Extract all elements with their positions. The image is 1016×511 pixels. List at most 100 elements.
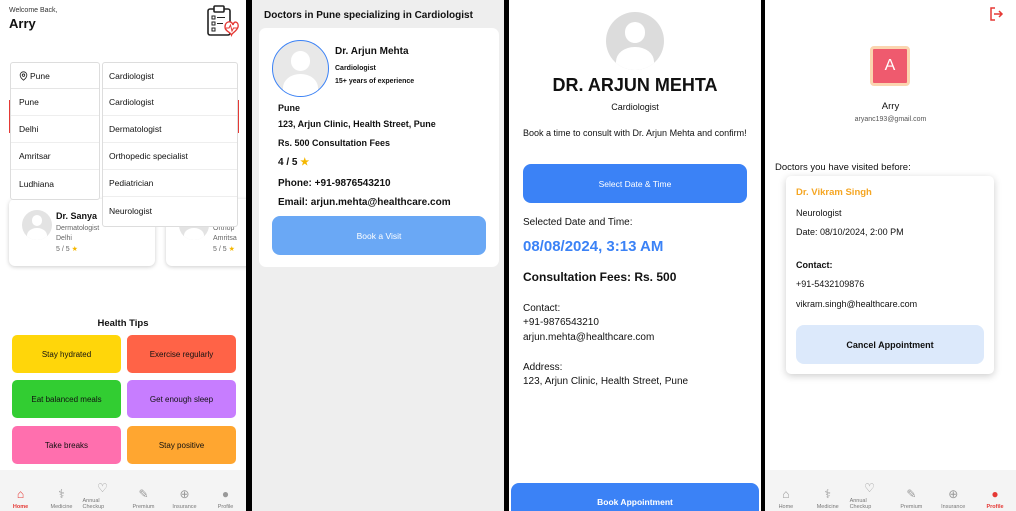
nav-insurance[interactable]: ⊕ Insurance xyxy=(933,486,973,511)
consultation-fees: Consultation Fees: Rs. 500 xyxy=(523,270,677,284)
city-option[interactable]: Ludhiana xyxy=(11,170,99,197)
doctor-avatar xyxy=(272,40,329,97)
nav-insurance[interactable]: ⊕ Insurance xyxy=(165,486,205,511)
search-results-screen: Doctors in Pune specializing in Cardiolo… xyxy=(252,0,504,511)
profile-email: aryanc193@gmail.com xyxy=(854,116,927,123)
doctor-specialty: Dermatologist xyxy=(56,225,100,232)
profile-icon: ● xyxy=(221,486,230,501)
doctor-fees: Rs. 500 Consultation Fees xyxy=(278,138,391,148)
nav-profile[interactable]: ● Profile xyxy=(206,486,246,511)
home-icon: ⌂ xyxy=(782,486,790,501)
visit-specialty: Neurologist xyxy=(796,208,842,218)
city-option[interactable]: Pune xyxy=(11,89,99,116)
booking-intro: Book a time to consult with Dr. Arjun Me… xyxy=(523,128,747,138)
contact-email: arjun.mehta@healthcare.com xyxy=(523,332,655,343)
insurance-icon: ⊕ xyxy=(948,486,959,501)
nav-home[interactable]: ⌂ Home xyxy=(1,486,41,511)
specialty-option[interactable]: Cardiologist xyxy=(103,89,237,116)
doctor-detail-screen: DR. ARJUN MEHTA Cardiologist Book a time… xyxy=(509,0,761,511)
visit-date: Date: 08/10/2024, 2:00 PM xyxy=(796,227,904,237)
doctor-name: Dr. Arjun Mehta xyxy=(335,46,409,57)
profile-avatar: A xyxy=(870,46,910,86)
visit-doctor-name: Dr. Vikram Singh xyxy=(796,187,872,198)
clipboard-icon[interactable] xyxy=(205,5,239,37)
heart-rate-icon: ♡ xyxy=(97,480,108,495)
visit-email: vikram.singh@healthcare.com xyxy=(796,299,918,309)
book-visit-button[interactable]: Book a Visit xyxy=(272,216,486,255)
doctor-name: Dr. Sanya xyxy=(56,211,98,221)
city-select[interactable]: Pune xyxy=(11,63,99,89)
doctor-result-card[interactable]: Dr. Arjun Mehta Cardiologist 15+ years o… xyxy=(259,28,499,267)
city-dropdown[interactable]: Pune Pune Delhi Amritsar Ludhiana xyxy=(10,62,100,200)
username: Arry xyxy=(9,16,36,31)
city-selected: Pune xyxy=(30,70,50,81)
nav-medicine[interactable]: ⚕ Medicine xyxy=(808,486,848,511)
visit-contact-label: Contact: xyxy=(796,260,833,270)
star-icon: ★ xyxy=(228,246,235,253)
contact-label: Contact: xyxy=(523,303,561,314)
specialty-option[interactable]: Dermatologist xyxy=(103,116,237,143)
specialty-option[interactable]: Neurologist xyxy=(103,197,237,224)
specialty-option[interactable]: Pediatrician xyxy=(103,170,237,197)
bottom-nav: ⌂ Home ⚕ Medicine ♡ Annual Checkup ✎ Premium… xyxy=(0,470,246,511)
tip-card[interactable]: Eat balanced meals xyxy=(12,380,121,418)
doctor-address: 123, Arjun Clinic, Health Street, Pune xyxy=(278,119,436,129)
contact-phone: +91-9876543210 xyxy=(523,317,599,328)
nav-premium[interactable]: ✎ Premium xyxy=(891,486,931,511)
visit-card: Dr. Vikram Singh Neurologist Date: 08/10… xyxy=(786,176,994,374)
premium-icon: ✎ xyxy=(138,486,149,501)
location-pin-icon xyxy=(19,70,28,81)
bottom-nav: ⌂ Home ⚕ Medicine ♡ Annual Checkup ✎ Premium… xyxy=(765,470,1016,511)
doctor-phone: Phone: +91-9876543210 xyxy=(278,178,391,189)
tip-card[interactable]: Exercise regularly xyxy=(127,335,236,373)
insurance-icon: ⊕ xyxy=(179,486,190,501)
results-title: Doctors in Pune specializing in Cardiolo… xyxy=(264,10,473,21)
select-date-time-button[interactable]: Select Date & Time xyxy=(523,164,747,203)
tip-card[interactable]: Stay hydrated xyxy=(12,335,121,373)
specialty-option[interactable]: Orthopedic specialist xyxy=(103,143,237,170)
tip-card[interactable]: Stay positive xyxy=(127,426,236,464)
tip-card[interactable]: Get enough sleep xyxy=(127,380,236,418)
doctor-rating: 4 / 5 ★ xyxy=(278,157,310,168)
medicine-icon: ⚕ xyxy=(824,486,831,501)
nav-premium[interactable]: ✎ Premium xyxy=(124,486,164,511)
premium-icon: ✎ xyxy=(906,486,917,501)
doctor-city: Delhi xyxy=(56,235,72,242)
doctor-avatar xyxy=(22,210,52,240)
health-tips-title: Health Tips xyxy=(97,318,149,329)
star-icon: ★ xyxy=(300,157,310,168)
doctor-name-heading: DR. ARJUN MEHTA xyxy=(552,75,718,95)
cancel-appointment-button[interactable]: Cancel Appointment xyxy=(796,325,984,364)
profile-name: Arry xyxy=(881,101,900,112)
book-appointment-button[interactable]: Book Appointment xyxy=(511,483,759,511)
nav-home[interactable]: ⌂ Home xyxy=(766,486,806,511)
profile-icon: ● xyxy=(991,486,999,501)
home-screen: Welcome Back, Arry Dr. Sanya Dermatologi… xyxy=(0,0,246,511)
logout-icon[interactable] xyxy=(988,6,1004,22)
doctor-city: Pune xyxy=(278,103,301,113)
specialty-dropdown[interactable]: Cardiologist Cardiologist Dermatologist … xyxy=(102,62,238,227)
nav-medicine[interactable]: ⚕ Medicine xyxy=(42,486,82,511)
doctor-specialty: Cardiologist xyxy=(611,102,659,112)
doctor-rating: 5 / 5 ★ xyxy=(56,246,78,253)
address-label: Address: xyxy=(523,362,563,373)
specialty-select[interactable]: Cardiologist xyxy=(103,63,237,89)
nav-annual-checkup[interactable]: ♡ Annual Checkup xyxy=(850,480,890,511)
visited-doctors-label: Doctors you have visited before: xyxy=(775,162,911,173)
doctor-experience: 15+ years of experience xyxy=(335,78,415,85)
doctor-city: Amritsa xyxy=(213,235,237,242)
heart-rate-icon: ♡ xyxy=(864,480,875,495)
doctor-specialty: Cardiologist xyxy=(335,65,376,72)
city-option[interactable]: Delhi xyxy=(11,116,99,143)
profile-screen: A Arry aryanc193@gmail.com Doctors you h… xyxy=(765,0,1016,511)
selected-date-label: Selected Date and Time: xyxy=(523,217,633,228)
doctor-avatar xyxy=(606,12,664,70)
nav-profile[interactable]: ● Profile xyxy=(975,486,1015,511)
doctor-email: Email: arjun.mehta@healthcare.com xyxy=(278,197,451,208)
star-icon: ★ xyxy=(71,246,78,253)
medicine-icon: ⚕ xyxy=(58,486,65,501)
nav-annual-checkup[interactable]: ♡ Annual Checkup xyxy=(83,480,123,511)
visit-phone: +91-5432109876 xyxy=(796,279,865,289)
city-option[interactable]: Amritsar xyxy=(11,143,99,170)
tip-card[interactable]: Take breaks xyxy=(12,426,121,464)
